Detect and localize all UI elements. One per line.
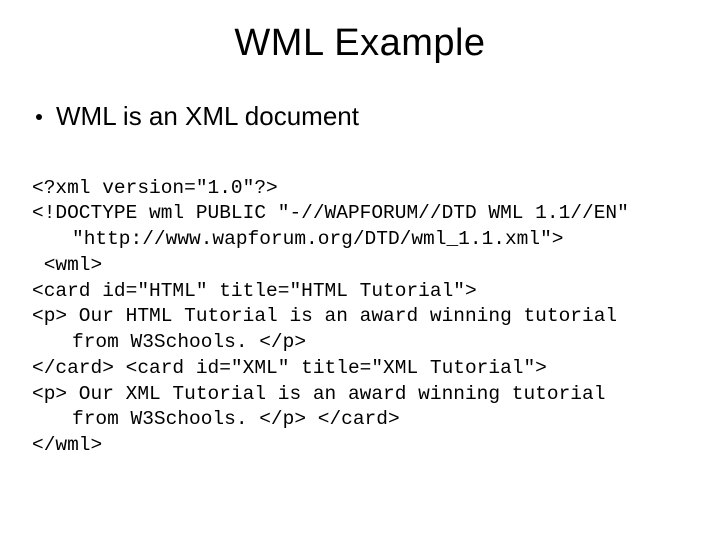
code-line: <p> Our HTML Tutorial is an award winnin… — [32, 305, 617, 327]
code-line: "http://www.wapforum.org/DTD/wml_1.1.xml… — [32, 227, 692, 253]
code-line: <wml> — [32, 254, 102, 276]
code-line: from W3Schools. </p> — [32, 330, 692, 356]
code-line: <?xml version="1.0"?> — [32, 177, 278, 199]
bullet-text: WML is an XML document — [56, 101, 359, 132]
code-line: </wml> — [32, 434, 102, 456]
bullet-item: WML is an XML document — [28, 101, 692, 132]
code-line: <card id="HTML" title="HTML Tutorial"> — [32, 280, 477, 302]
code-line: </card> <card id="XML" title="XML Tutori… — [32, 357, 547, 379]
code-line: from W3Schools. </p> </card> — [32, 407, 692, 433]
code-line: <!DOCTYPE wml PUBLIC "-//WAPFORUM//DTD W… — [32, 202, 629, 224]
slide-title: WML Example — [28, 22, 692, 65]
bullet-icon — [36, 114, 42, 120]
code-block: <?xml version="1.0"?> <!DOCTYPE wml PUBL… — [28, 150, 692, 459]
code-line: <p> Our XML Tutorial is an award winning… — [32, 383, 605, 405]
